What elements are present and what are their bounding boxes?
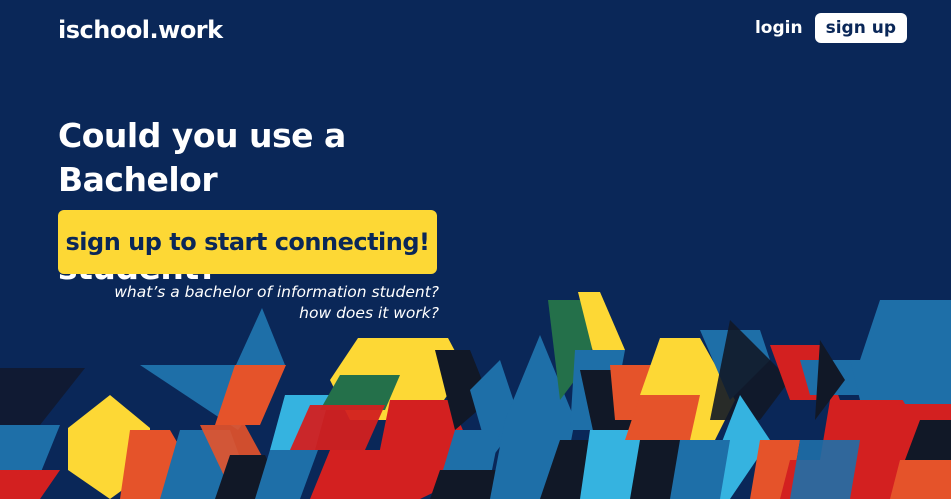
signup-button[interactable]: sign up — [814, 13, 907, 43]
how-it-works-link[interactable]: how does it work? — [114, 303, 439, 324]
faq-links: what’s a bachelor of information student… — [114, 282, 439, 324]
headline-line-1: Could you use a Bachelor — [58, 116, 346, 199]
site-logo[interactable]: ischool.work — [58, 16, 223, 44]
top-nav: login sign up — [753, 13, 907, 43]
what-is-student-link[interactable]: what’s a bachelor of information student… — [114, 282, 439, 303]
signup-cta-button[interactable]: sign up to start connecting! — [58, 210, 437, 274]
login-link[interactable]: login — [753, 14, 805, 42]
